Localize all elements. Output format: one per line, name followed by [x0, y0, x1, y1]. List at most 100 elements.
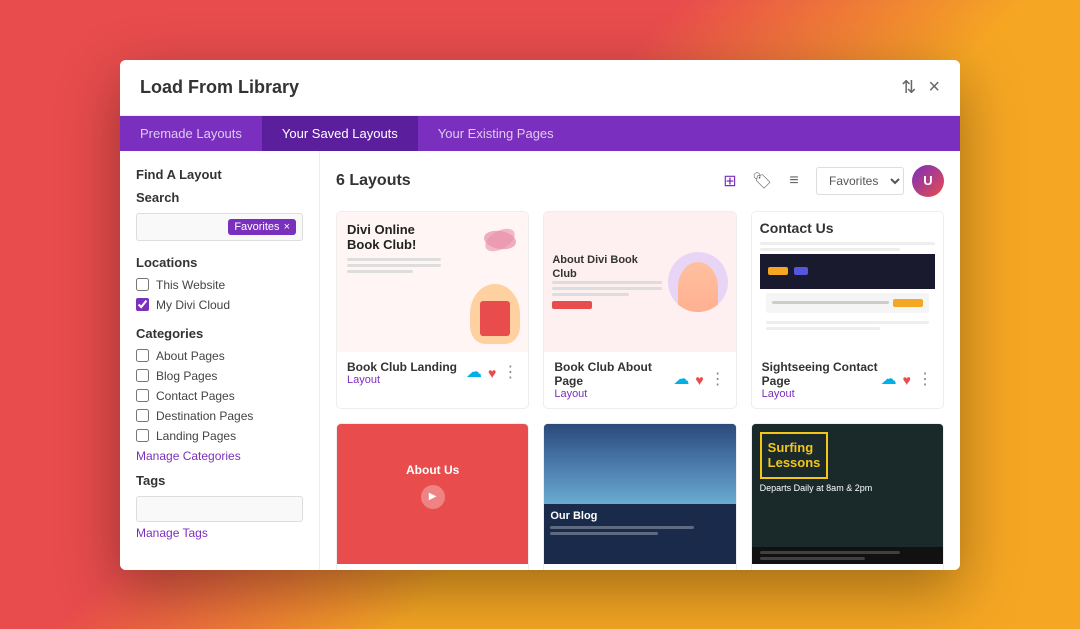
cloud-button[interactable]: ☁	[673, 372, 689, 388]
about-text-block: About Divi Book Club	[552, 254, 667, 308]
card-actions: ☁ ♥ ⋮	[881, 372, 933, 388]
surfing-box: SurfingLessons	[760, 432, 829, 479]
tags-heading: Tags	[136, 473, 303, 488]
dark-row-1	[766, 293, 929, 313]
card-actions: ☁ ♥ ⋮	[673, 372, 725, 388]
destination-pages-label: Destination Pages	[156, 409, 253, 423]
more-options-button[interactable]: ⋮	[917, 372, 933, 388]
favorites-remove-icon[interactable]: ×	[284, 221, 290, 233]
content-toolbar: 6 Layouts ⊞ 🏷 ≡ Favorites All Recent U	[336, 165, 944, 197]
favorites-label: Favorites	[234, 221, 279, 233]
contact-pages-label: Contact Pages	[156, 389, 235, 403]
layout-card[interactable]: Divi Online Book Club!	[336, 211, 529, 409]
location-divi-cloud[interactable]: My Divi Cloud	[136, 298, 303, 312]
destination-pages-checkbox[interactable]	[136, 409, 149, 422]
layout-card[interactable]: Our Blog Our Blog Layout ☁ ♥	[543, 423, 736, 570]
category-destination-pages[interactable]: Destination Pages	[136, 409, 303, 423]
surfing-thumb-title: SurfingLessons	[768, 440, 821, 471]
card-name: Sightseeing Contact Page	[762, 360, 881, 388]
manage-categories-link[interactable]: Manage Categories	[136, 449, 303, 463]
more-options-button[interactable]: ⋮	[710, 372, 726, 388]
card-info: Book Club Landing Layout	[347, 360, 457, 386]
divi-cloud-label: My Divi Cloud	[156, 298, 230, 312]
card-thumbnail-book-club: Divi Online Book Club!	[337, 212, 528, 352]
about-pages-checkbox[interactable]	[136, 349, 149, 362]
tab-premade-layouts[interactable]: Premade Layouts	[120, 116, 262, 151]
card-type: Layout	[554, 388, 673, 400]
grid-view-button[interactable]: ⊞	[716, 167, 744, 195]
blog-thumb-title: Our Blog	[550, 510, 729, 522]
tabs-bar: Premade Layouts Your Saved Layouts Your …	[120, 116, 960, 151]
cloud-button[interactable]: ☁	[466, 365, 482, 381]
header-actions: ⇅ ×	[901, 76, 940, 99]
surfing-content-area: SurfingLessons Departs Daily at 8am & 2p…	[752, 424, 943, 547]
card-thumbnail-about-us: About Us ▶	[337, 424, 528, 564]
card-actions: ☁ ♥ ⋮	[466, 365, 518, 381]
mini-lines	[760, 317, 935, 337]
surfing-right-info	[752, 547, 943, 564]
layouts-grid: Divi Online Book Club!	[336, 211, 944, 570]
tags-input[interactable]	[136, 496, 303, 522]
card-footer: Book Club Landing Layout ☁ ♥ ⋮	[337, 352, 528, 394]
search-bar[interactable]: Favorites ×	[136, 213, 303, 241]
category-landing-pages[interactable]: Landing Pages	[136, 429, 303, 443]
favorites-tag: Favorites ×	[228, 219, 296, 235]
category-about-pages[interactable]: About Pages	[136, 349, 303, 363]
divi-cloud-checkbox[interactable]	[136, 298, 149, 311]
search-area: Search Favorites ×	[136, 190, 303, 241]
categories-section: Categories About Pages Blog Pages Contac…	[136, 326, 303, 463]
find-layout-heading: Find A Layout	[136, 167, 303, 182]
heart-button[interactable]: ♥	[695, 373, 703, 387]
user-avatar[interactable]: U	[912, 165, 944, 197]
close-button[interactable]: ×	[928, 76, 940, 99]
tag-view-button[interactable]: 🏷	[748, 167, 776, 195]
heart-button[interactable]: ♥	[903, 373, 911, 387]
category-blog-pages[interactable]: Blog Pages	[136, 369, 303, 383]
blog-text-area: Our Blog	[544, 504, 735, 541]
this-website-label: This Website	[156, 278, 225, 292]
leaf-decoration	[482, 222, 518, 258]
layout-card[interactable]: Contact Us	[751, 211, 944, 409]
card-thumbnail-surfing: SurfingLessons Departs Daily at 8am & 2p…	[752, 424, 943, 564]
filter-select[interactable]: Favorites All Recent	[816, 167, 904, 195]
play-button-icon: ▶	[421, 485, 445, 509]
landing-pages-checkbox[interactable]	[136, 429, 149, 442]
location-this-website[interactable]: This Website	[136, 278, 303, 292]
layout-count: 6 Layouts	[336, 172, 411, 190]
search-label: Search	[136, 190, 303, 205]
card-footer: Sightseeing Contact Page Layout ☁ ♥ ⋮	[752, 352, 943, 408]
manage-tags-link[interactable]: Manage Tags	[136, 526, 303, 540]
blog-pages-checkbox[interactable]	[136, 369, 149, 382]
about-lines	[552, 281, 661, 296]
card-name: Book Club Landing	[347, 360, 457, 374]
about-pages-label: About Pages	[156, 349, 225, 363]
tab-saved-layouts[interactable]: Your Saved Layouts	[262, 116, 418, 151]
card-type: Layout	[762, 388, 881, 400]
category-contact-pages[interactable]: Contact Pages	[136, 389, 303, 403]
cloud-button[interactable]: ☁	[881, 372, 897, 388]
card-type: Layout	[347, 374, 457, 386]
this-website-checkbox[interactable]	[136, 278, 149, 291]
layout-card[interactable]: About Divi Book Club Book Club Abou	[543, 211, 736, 409]
landing-pages-label: Landing Pages	[156, 429, 236, 443]
card-thumbnail-blog: Our Blog	[544, 424, 735, 564]
more-options-button[interactable]: ⋮	[502, 365, 518, 381]
tags-section: Tags Manage Tags	[136, 473, 303, 540]
card-footer: Our Blog Layout ☁ ♥ ⋮	[544, 564, 735, 570]
modal-title: Load From Library	[140, 77, 299, 98]
sort-button[interactable]: ⇅	[901, 77, 916, 98]
layout-card[interactable]: About Us ▶ About Us Layout ☁	[336, 423, 529, 570]
card-footer: Book Club About Page Layout ☁ ♥ ⋮	[544, 352, 735, 408]
heart-button[interactable]: ♥	[488, 366, 496, 380]
layout-card[interactable]: SurfingLessons Departs Daily at 8am & 2p…	[751, 423, 944, 570]
person-circle	[668, 252, 728, 312]
locations-section: Locations This Website My Divi Cloud	[136, 255, 303, 312]
list-view-button[interactable]: ≡	[780, 167, 808, 195]
modal-body: Find A Layout Search Favorites × Locatio…	[120, 151, 960, 570]
about-thumb-button	[552, 301, 592, 309]
contact-pages-checkbox[interactable]	[136, 389, 149, 402]
card-name: Book Club About Page	[554, 360, 673, 388]
toolbar-right: ⊞ 🏷 ≡ Favorites All Recent U	[716, 165, 944, 197]
tab-existing-pages[interactable]: Your Existing Pages	[418, 116, 574, 151]
surfing-sub-text: Departs Daily at 8am & 2pm	[760, 483, 935, 493]
